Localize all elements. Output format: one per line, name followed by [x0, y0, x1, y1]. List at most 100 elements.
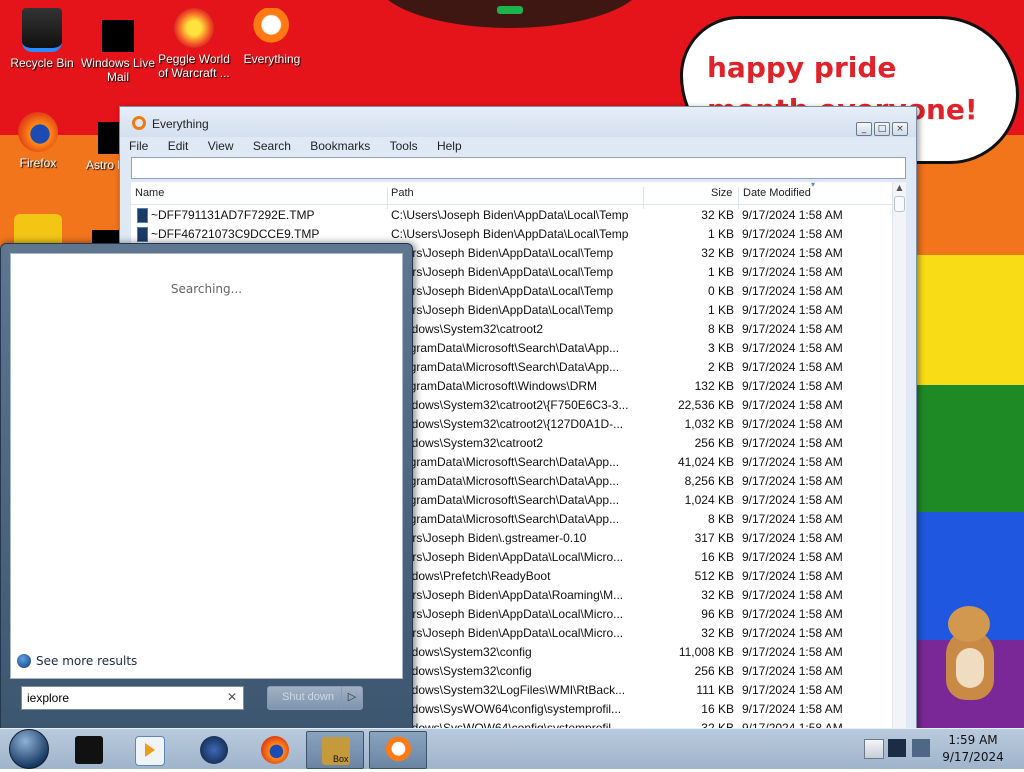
clock-time: 1:59 AM [948, 733, 998, 747]
file-size: 1 KB [707, 227, 734, 241]
globe-icon [200, 736, 228, 764]
hamster-image [940, 606, 1000, 706]
taskbar-firefox[interactable] [246, 731, 302, 767]
firefox-icon [261, 736, 289, 764]
menu-edit[interactable]: Edit [168, 137, 189, 155]
searching-status: Searching... [170, 282, 243, 296]
everything-icon [252, 8, 292, 48]
taskbar-media-player[interactable] [120, 731, 176, 767]
file-size: 11,008 KB [678, 645, 734, 659]
volume-icon[interactable] [912, 739, 930, 757]
file-date: 9/17/2024 1:58 AM [742, 702, 843, 716]
file-date: 9/17/2024 1:58 AM [742, 341, 843, 355]
file-size: 1,032 KB [684, 417, 734, 431]
file-size: 111 KB [696, 683, 734, 697]
media-player-icon [135, 736, 165, 766]
file-size: 16 KB [701, 550, 734, 564]
show-hidden-icons-icon[interactable] [864, 739, 884, 759]
search-input[interactable] [131, 157, 906, 179]
menu-tools[interactable]: Tools [390, 137, 418, 155]
box-label: Box [333, 754, 349, 764]
file-date: 9/17/2024 1:58 AM [742, 303, 843, 317]
file-path: ProgramData\Microsoft\Search\Data\App... [391, 360, 620, 374]
file-date: 9/17/2024 1:58 AM [742, 360, 843, 374]
peggle-icon [174, 8, 214, 48]
desktop-icon-peggle[interactable]: Peggle World of Warcraft ... [152, 8, 236, 80]
scroll-up-icon[interactable]: ▲ [893, 182, 906, 194]
file-size: 41,024 KB [677, 455, 734, 469]
desktop-icon-label: Firefox [19, 156, 57, 170]
clock[interactable]: 1:59 AM 9/17/2024 [938, 729, 1008, 772]
column-path[interactable]: Path [391, 187, 414, 199]
menu-help[interactable]: Help [437, 137, 462, 155]
file-date: 9/17/2024 1:58 AM [742, 531, 843, 545]
file-date: 9/17/2024 1:58 AM [742, 493, 843, 507]
file-path: Windows\System32\config [391, 645, 532, 659]
shutdown-button[interactable]: Shut down ▷ [267, 686, 363, 710]
file-size: 96 KB [701, 607, 734, 621]
vertical-scrollbar[interactable]: ▲ [892, 182, 906, 729]
taskbar-box[interactable]: Box [306, 731, 364, 769]
taskbar-app-1[interactable] [60, 731, 116, 767]
menu-bar: File Edit View Search Bookmarks Tools He… [120, 137, 916, 155]
file-path: Windows\System32\catroot2\{F750E6C3-3... [391, 398, 629, 412]
column-date-modified[interactable]: Date Modified [743, 187, 811, 199]
file-name: ~DFF46721073C9DCCE9.TMP [151, 227, 320, 241]
file-size: 256 KB [694, 664, 734, 678]
file-size: 8 KB [707, 512, 734, 526]
file-path: C:\Users\Joseph Biden\AppData\Local\Temp [391, 227, 629, 241]
close-button[interactable]: × [892, 122, 908, 136]
taskbar-everything[interactable] [369, 731, 427, 769]
network-icon[interactable] [888, 739, 906, 757]
file-size: 1,024 KB [684, 493, 734, 507]
desktop-icon-everything[interactable]: Everything [230, 8, 314, 66]
desktop-icon-label: Peggle World of Warcraft ... [158, 52, 230, 80]
file-size: 1 KB [707, 303, 734, 317]
firefox-icon [18, 112, 58, 152]
table-row[interactable]: ~DFF791131AD7F7292E.TMP C:\Users\Joseph B… [131, 205, 893, 224]
file-path: Windows\System32\catroot2 [391, 436, 544, 450]
maximize-button[interactable]: □ [874, 122, 890, 136]
column-name[interactable]: Name [135, 187, 164, 199]
menu-view[interactable]: View [208, 137, 234, 155]
system-tray [862, 731, 938, 767]
file-size: 2 KB [707, 360, 734, 374]
search-globe-icon [17, 654, 31, 668]
clear-search-icon[interactable]: ✕ [227, 690, 237, 704]
file-path: Users\Joseph Biden\AppData\Local\Temp [391, 284, 614, 298]
column-size[interactable]: Size [711, 187, 732, 199]
file-path: Users\Joseph Biden\AppData\Roaming\M... [391, 588, 624, 602]
file-size: 22,536 KB [677, 398, 734, 412]
file-path: Windows\System32\catroot2\{127D0A1D-... [391, 417, 624, 431]
file-size: 0 KB [707, 284, 734, 298]
desktop-icon-firefox[interactable]: Firefox [0, 112, 80, 170]
file-date: 9/17/2024 1:58 AM [742, 436, 843, 450]
file-date: 9/17/2024 1:58 AM [742, 607, 843, 621]
file-path: Windows\Prefetch\ReadyBoot [391, 569, 551, 583]
start-search-input[interactable]: iexplore ✕ [21, 686, 244, 710]
file-date: 9/17/2024 1:58 AM [742, 474, 843, 488]
shutdown-options-icon[interactable]: ▷ [341, 687, 362, 709]
file-date: 9/17/2024 1:58 AM [742, 569, 843, 583]
file-size: 32 KB [701, 246, 734, 260]
file-path: Windows\System32\config [391, 664, 532, 678]
scroll-thumb[interactable] [894, 196, 905, 212]
file-size: 32 KB [701, 626, 734, 640]
taskbar-app-3[interactable] [185, 731, 241, 767]
minimize-button[interactable]: _ [856, 122, 872, 136]
title-bar[interactable]: Everything _ □ × [120, 107, 916, 137]
search-results-panel: Searching... See more results [10, 253, 403, 679]
menu-file[interactable]: File [129, 137, 148, 155]
file-path: Windows\SysWOW64\config\systemprofil... [391, 702, 622, 716]
see-more-results-link[interactable]: See more results [17, 654, 137, 668]
menu-search[interactable]: Search [253, 137, 291, 155]
desktop-icon-windows-live-mail[interactable]: Windows Live Mail [76, 20, 160, 84]
desktop-icon-label: Everything [243, 52, 301, 66]
start-button[interactable] [5, 729, 51, 769]
desktop-icon-recycle-bin[interactable]: Recycle Bin [0, 8, 84, 70]
menu-bookmarks[interactable]: Bookmarks [310, 137, 370, 155]
everything-icon [385, 737, 413, 765]
file-date: 9/17/2024 1:58 AM [742, 284, 843, 298]
file-path: Users\Joseph Biden\AppData\Local\Temp [391, 303, 614, 317]
table-row[interactable]: ~DFF46721073C9DCCE9.TMP C:\Users\Joseph B… [131, 224, 893, 243]
